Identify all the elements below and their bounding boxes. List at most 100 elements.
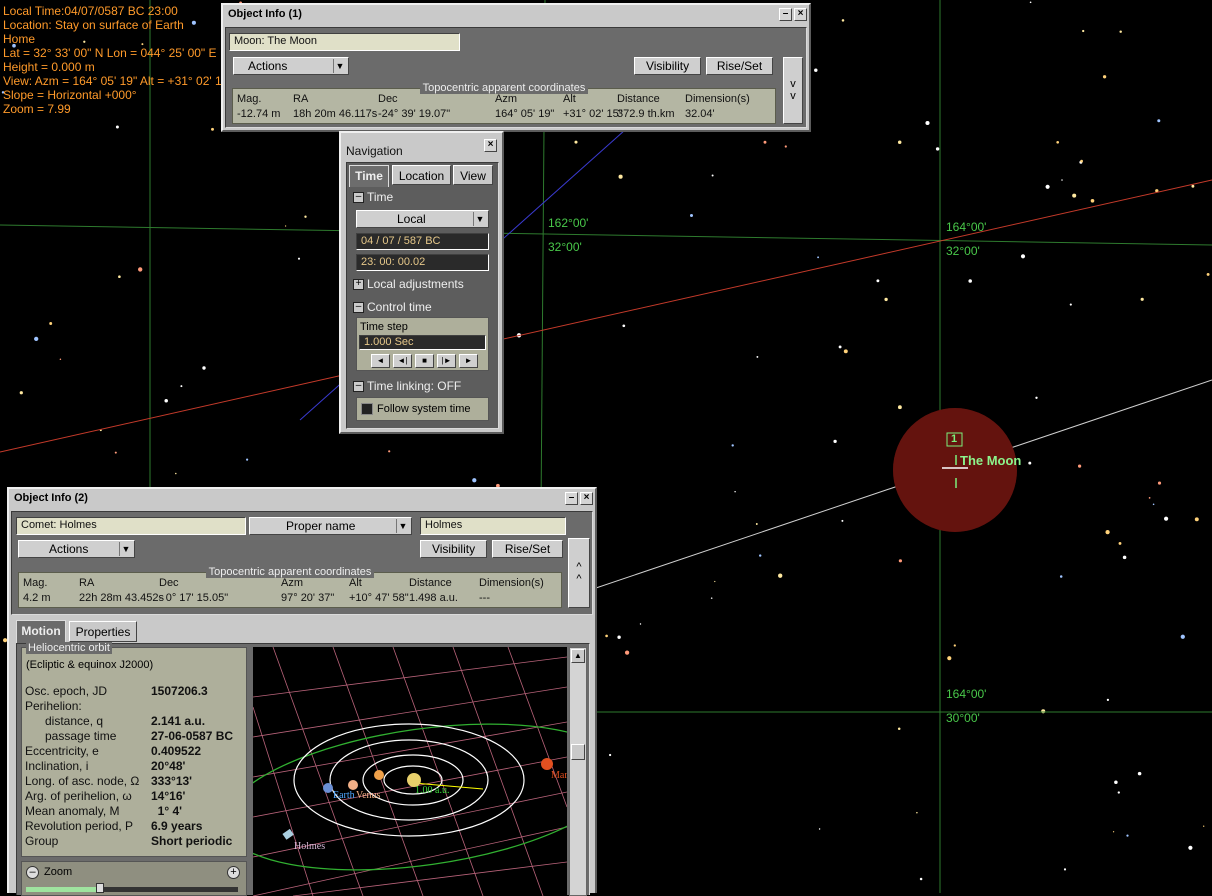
star [1194, 517, 1199, 522]
chevron-down-icon: ▼ [333, 59, 346, 73]
star [814, 68, 818, 72]
coordinate-value: +31° 02' 15" [563, 108, 623, 120]
hud-lat-lon: Lat = 32° 33' 00" N Lon = 044° 25' 00" E [3, 46, 217, 60]
star [841, 19, 845, 22]
orbit-element-label: Group [25, 834, 59, 848]
orbit-element-label: passage time [25, 729, 117, 743]
vertical-scrollbar[interactable]: ▲ [569, 647, 587, 896]
star [1045, 184, 1050, 189]
hud-home: Home [3, 32, 36, 46]
object-name-field[interactable]: Moon: The Moon [229, 33, 460, 51]
clock-field[interactable]: 23: 00: 00.02 [356, 254, 489, 271]
zoom-slider-thumb[interactable] [96, 883, 105, 893]
close-icon[interactable]: × [794, 8, 807, 21]
star [734, 490, 736, 493]
object-info-1-body: Moon: The Moon Actions ▼ Visibility Rise/… [225, 27, 807, 128]
expand-button[interactable]: vv [783, 57, 803, 124]
star [211, 127, 214, 131]
coordinate-header: Alt [563, 93, 576, 105]
star [1122, 555, 1127, 560]
tab-motion[interactable]: Motion [16, 620, 66, 643]
star [1118, 541, 1122, 545]
star [1206, 272, 1210, 276]
follow-system-time-checkbox[interactable] [361, 403, 373, 415]
scroll-thumb[interactable] [571, 744, 585, 760]
tab-properties[interactable]: Properties [69, 621, 137, 642]
star [731, 444, 734, 447]
close-icon[interactable]: × [484, 139, 497, 152]
local-adjustments-header[interactable]: + Local adjustments [353, 277, 464, 291]
tab-time[interactable]: Time [349, 165, 389, 187]
plot-label-mars: Mars [551, 770, 567, 781]
step-forward-icon[interactable]: |► [437, 354, 456, 368]
coordinate-header: RA [293, 93, 309, 105]
actions-dropdown[interactable]: Actions ▼ [18, 540, 135, 558]
grid-label: 30°00' [946, 711, 980, 725]
time-linking-header[interactable]: – Time linking: OFF [353, 379, 461, 393]
actions-dropdown[interactable]: Actions ▼ [233, 57, 349, 75]
rewind-icon[interactable]: ◄ [371, 354, 390, 368]
plot-label-scale: 1.00 a.u. [415, 785, 449, 796]
stop-icon[interactable]: ■ [415, 354, 434, 368]
star [759, 554, 762, 557]
actions-label: Actions [248, 59, 288, 73]
coordinate-value: 1.498 a.u. [409, 592, 458, 604]
play-icon[interactable]: ► [459, 354, 478, 368]
star [947, 656, 952, 661]
minimize-icon[interactable]: – [565, 492, 578, 505]
star [925, 120, 930, 126]
coordinate-value: 164° 05' 19" [495, 108, 555, 120]
date-field[interactable]: 04 / 07 / 587 BC [356, 233, 489, 250]
coordinate-value: -12.74 m [237, 108, 281, 120]
step-back-icon[interactable]: ◄| [393, 354, 412, 368]
rise-set-button[interactable]: Rise/Set [706, 57, 773, 75]
moon-label[interactable]: The Moon [960, 453, 1021, 468]
proper-name-field[interactable]: Holmes [420, 517, 566, 535]
moon-marker-number: 1 [951, 433, 958, 445]
star [1080, 159, 1083, 163]
star [817, 256, 820, 259]
star [968, 279, 972, 283]
plot-label-holmes: Holmes [294, 841, 325, 852]
coordinate-value: +10° 47' 58" [349, 592, 409, 604]
star [1106, 698, 1110, 702]
star [608, 753, 612, 757]
control-time-header[interactable]: – Control time [353, 300, 432, 314]
star [639, 623, 642, 625]
orbit-element-value: 20°48' [151, 759, 186, 773]
orbit-plot[interactable]: Earth Venus 1.00 a.u. Mars Holmes [253, 647, 567, 896]
star [1140, 297, 1144, 301]
time-step-field[interactable]: 1.000 Sec [359, 335, 486, 350]
star [953, 644, 956, 647]
object-name-field[interactable]: Comet: Holmes [16, 517, 246, 535]
time-mode-dropdown[interactable]: Local ▼ [356, 210, 489, 228]
tab-location[interactable]: Location [392, 165, 451, 185]
star [710, 597, 713, 599]
orbit-element-value: 333°13' [151, 774, 193, 788]
rise-set-button[interactable]: Rise/Set [492, 540, 563, 558]
time-section-header[interactable]: – Time [353, 190, 393, 204]
minimize-icon[interactable]: – [779, 8, 792, 21]
coordinate-value: 4.2 m [23, 592, 51, 604]
zoom-in-icon[interactable]: + [227, 866, 240, 879]
hud-location: Location: Stay on surface of Earth [3, 18, 184, 32]
collapse-icon: – [353, 192, 364, 204]
coordinate-header: Distance [617, 93, 660, 105]
zoom-out-icon[interactable]: – [26, 866, 39, 879]
coordinate-value: 18h 20m 46.117s [293, 108, 378, 120]
orbit-element-label: Perihelion: [25, 699, 82, 713]
time-step-label: Time step [360, 321, 408, 333]
zoom-slider-track[interactable] [26, 887, 238, 892]
navigation-window: Navigation × Time Location View – Time Lo… [339, 131, 504, 434]
tab-view[interactable]: View [453, 165, 493, 185]
window-title: Navigation [346, 144, 403, 158]
visibility-button[interactable]: Visibility [634, 57, 701, 75]
close-icon[interactable]: × [580, 492, 593, 505]
star [1041, 709, 1046, 714]
visibility-button[interactable]: Visibility [420, 540, 487, 558]
scroll-up-icon[interactable]: ▲ [571, 649, 585, 663]
name-type-dropdown[interactable]: Proper name ▼ [249, 517, 412, 535]
star [118, 275, 121, 279]
collapse-button[interactable]: ^ ^ [568, 538, 590, 608]
star [1056, 140, 1060, 144]
